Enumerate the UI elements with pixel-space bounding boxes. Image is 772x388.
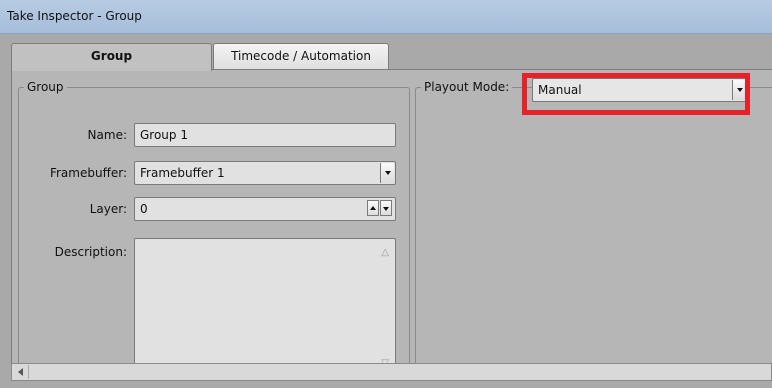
tab-timecode-automation[interactable]: Timecode / Automation (213, 43, 389, 70)
tab-group[interactable]: Group (11, 43, 212, 71)
horizontal-scrollbar[interactable] (11, 363, 772, 381)
bottom-edge (0, 381, 772, 388)
group-section-legend: Group (27, 80, 64, 94)
spin-up-icon[interactable] (367, 200, 379, 216)
playout-mode-select[interactable]: Manual (532, 78, 748, 102)
spin-down-icon[interactable] (380, 200, 392, 216)
window-title: Take Inspector - Group (7, 9, 142, 23)
tab-content-panel: Group Name: Group 1 Framebuffer: Framebu… (11, 69, 772, 382)
layer-stepper[interactable] (367, 200, 393, 216)
tab-bar: Group Timecode / Automation (0, 34, 772, 71)
framebuffer-label: Framebuffer: (49, 166, 127, 180)
window-titlebar: Take Inspector - Group (0, 0, 772, 34)
chevron-down-icon[interactable] (732, 80, 746, 100)
name-field[interactable]: Group 1 (134, 123, 396, 147)
playout-section: Playout Mode: (415, 80, 772, 382)
name-label: Name: (87, 128, 127, 142)
layer-label: Layer: (89, 202, 127, 216)
playout-mode-value: Manual (538, 83, 582, 97)
description-textarea[interactable]: △ ▽ (134, 238, 396, 378)
layer-value: 0 (140, 202, 148, 216)
arrow-left-icon[interactable] (14, 365, 29, 379)
framebuffer-select[interactable]: Framebuffer 1 (134, 161, 396, 185)
layer-spinbox[interactable]: 0 (134, 197, 396, 221)
framebuffer-value: Framebuffer 1 (140, 166, 225, 180)
scroll-up-icon[interactable]: △ (381, 247, 389, 258)
chevron-down-icon[interactable] (380, 163, 394, 183)
playout-mode-legend: Playout Mode: (424, 80, 510, 94)
description-label: Description: (54, 245, 127, 259)
group-section: Group Name: Group 1 Framebuffer: Framebu… (18, 80, 410, 382)
